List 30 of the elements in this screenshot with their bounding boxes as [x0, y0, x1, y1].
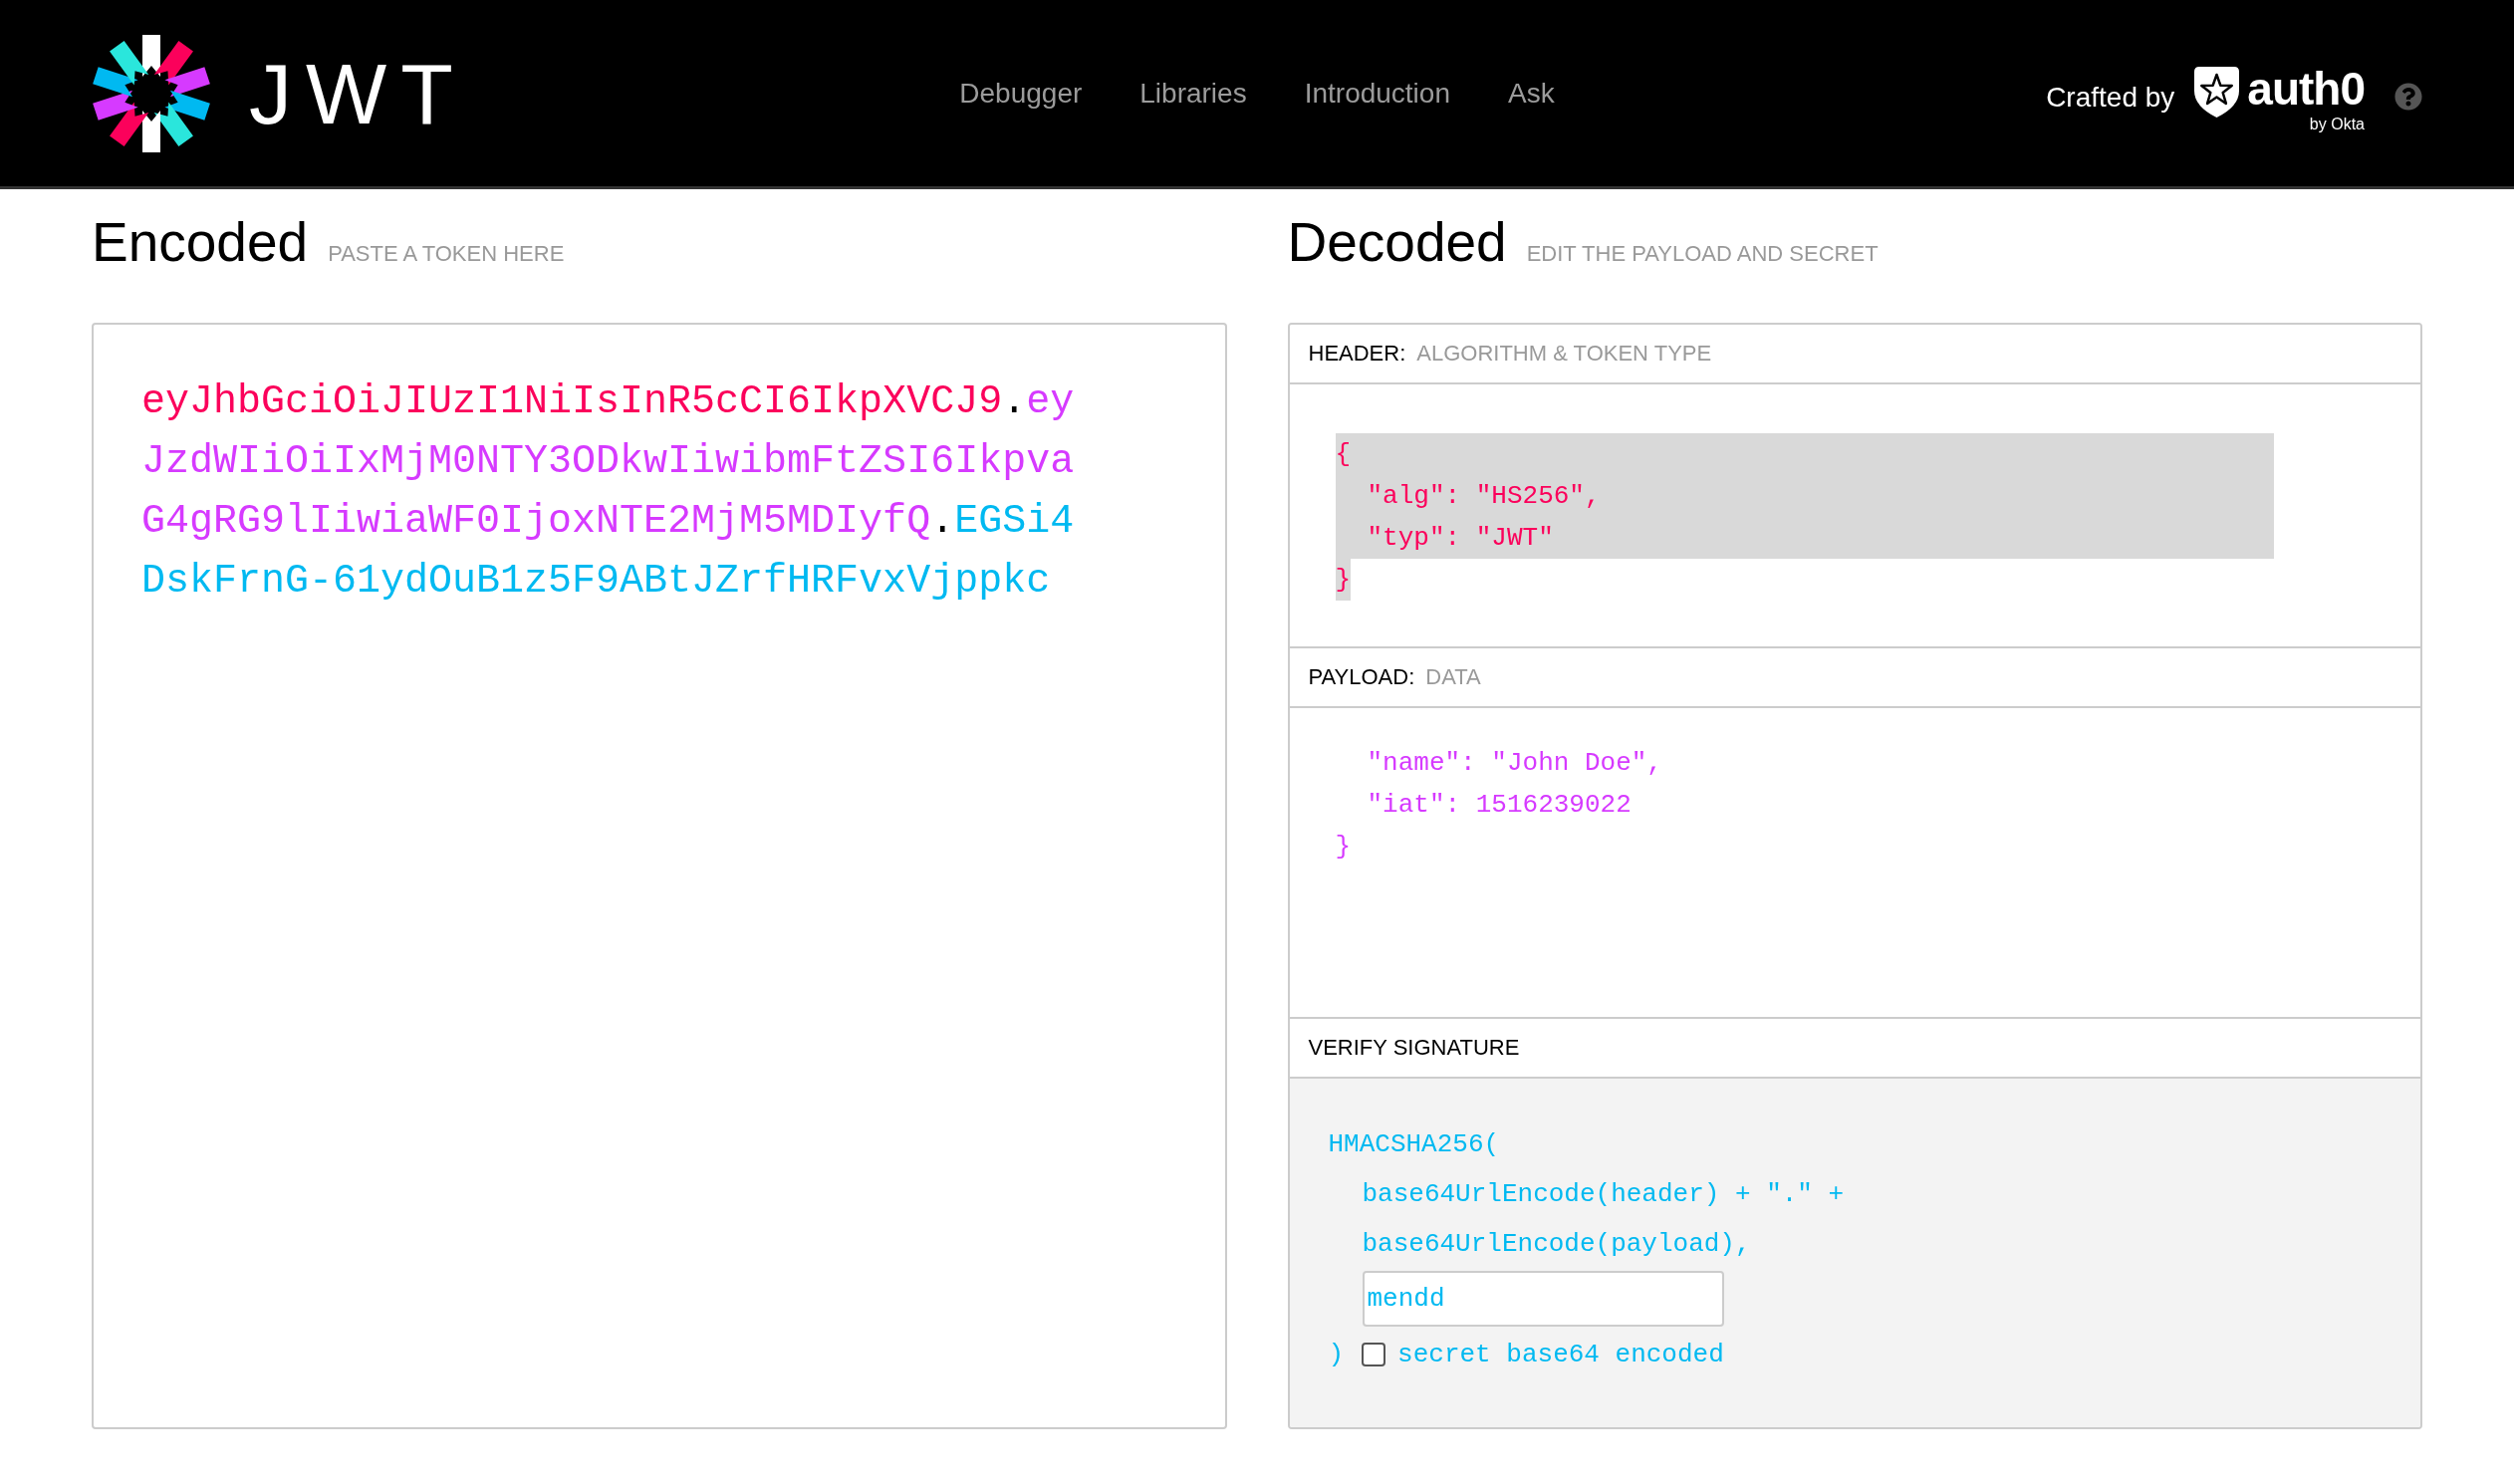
code-line: "name": "John Doe", — [1367, 747, 1662, 780]
section-label: PAYLOAD: — [1308, 666, 1415, 688]
checkbox-label: secret base64 encoded — [1397, 1342, 1724, 1367]
nav-link[interactable]: Introduction — [1304, 79, 1450, 108]
nav-link[interactable]: Libraries — [1139, 79, 1247, 108]
section-label: VERIFY SIGNATURE — [1308, 1037, 1520, 1059]
brand-tagline: by Okta — [2309, 114, 2365, 134]
starburst-logo-icon — [92, 33, 211, 153]
code-line: HMACSHA256( — [1328, 1128, 1500, 1161]
credit-label: Crafted by — [2046, 83, 2175, 112]
code-line: "iat": 1516239022 — [1367, 789, 1632, 822]
section-title: Encoded — [92, 215, 309, 270]
logo-text: JWT — [249, 50, 467, 136]
help-icon[interactable] — [2394, 82, 2422, 111]
section-hint: ALGORITHM & TOKEN TYPE — [1416, 343, 1712, 365]
section-subtitle: PASTE A TOKEN HERE — [328, 243, 565, 265]
checkbox[interactable] — [1362, 1343, 1386, 1366]
section-label: HEADER: — [1308, 343, 1406, 365]
code-line: } — [1335, 831, 1352, 864]
section-title: Decoded — [1287, 215, 1507, 270]
shield-star-icon — [2194, 66, 2240, 118]
section-hint: DATA — [1425, 666, 1481, 688]
code-line: ) — [1328, 1342, 1345, 1367]
nav-link[interactable]: Ask — [1508, 79, 1555, 108]
nav-link[interactable]: Debugger — [959, 79, 1083, 108]
code-line: base64UrlEncode(payload), — [1362, 1228, 1751, 1261]
brand-name: auth0 — [2247, 66, 2365, 111]
section-subtitle: EDIT THE PAYLOAD AND SECRET — [1526, 243, 1879, 265]
token-input[interactable]: eyJhbGciOiJIUzI1NiIsInR5cCI6IkpXVCJ9.eyJzdWIiOiIxMjM0NTY3ODkwIiwibmFtZSI6IkpvaG4gRG9lIiwiaWF0IjoxNTE2MjM5MDIyfQ.EGSi4DskFrnG-61ydOuB1z5F9ABtJZrfHRFvxVjppkc — [92, 323, 1227, 1429]
code-line: base64UrlEncode(header) + "." + — [1362, 1178, 1845, 1211]
